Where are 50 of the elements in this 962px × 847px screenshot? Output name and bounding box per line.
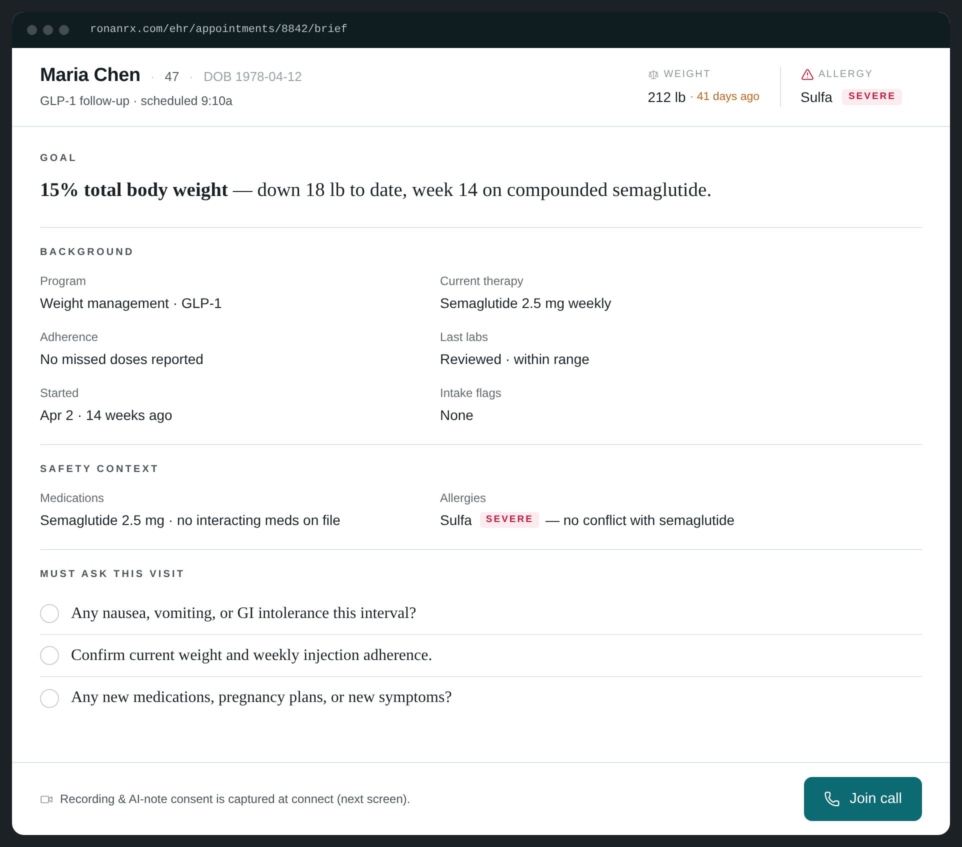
section-label: BACKGROUND <box>40 246 136 260</box>
dot-separator: · <box>150 69 155 84</box>
vital-note: · 41 days ago <box>690 91 760 103</box>
field-label: Medications <box>40 490 106 506</box>
field-label: Current therapy <box>440 273 524 289</box>
field-note: — no conflict with semaglutide <box>545 511 735 530</box>
window-dot-icon[interactable] <box>59 25 69 35</box>
field-value: None <box>440 406 474 425</box>
goal-text: 15% total body weight — down 18 lb to date, week 14 on compounded semaglutide. <box>40 179 713 203</box>
question-text: Confirm current weight and weekly injection adherence. <box>71 646 432 664</box>
field-label: Allergies <box>440 490 488 506</box>
url-text: ronanrx.com/ehr/appointments/8842/brief <box>90 24 348 36</box>
vital-value: 212 lb <box>648 89 686 105</box>
visit-info: GLP-1 follow-up · scheduled 9:10a <box>40 93 234 110</box>
warning-icon <box>800 68 814 80</box>
window-dot-icon[interactable] <box>27 25 37 35</box>
field-label: Program <box>40 273 88 289</box>
checkbox[interactable] <box>40 688 59 708</box>
field-value: Semaglutide 2.5 mg · no interacting meds on file <box>40 511 340 530</box>
patient-age: 47 <box>164 69 180 84</box>
field-value: Apr 2 · 14 weeks ago <box>40 406 172 425</box>
checkbox[interactable] <box>40 646 59 665</box>
field-label: Started <box>40 385 80 401</box>
severity-badge: SEVERE <box>842 89 902 105</box>
patient-dob: DOB 1978-04-12 <box>204 69 302 84</box>
field-label: Intake flags <box>440 385 502 401</box>
field-value: Semaglutide 2.5 mg weekly <box>440 294 612 313</box>
section-label: GOAL <box>40 152 78 166</box>
field-value: Weight management · GLP-1 <box>40 294 222 313</box>
scale-icon <box>648 68 659 80</box>
question-text: Any nausea, vomiting, or GI intolerance this interval? <box>71 604 416 622</box>
consent-note: Recording & AI-note consent is captured at connect (next screen). <box>60 792 410 806</box>
patient-name: Maria Chen <box>40 64 140 88</box>
checkbox[interactable] <box>40 604 59 623</box>
vital-label: ALLERGY <box>818 68 874 80</box>
section-label: SAFETY CONTEXT <box>40 463 160 477</box>
vital-label: WEIGHT <box>664 68 711 80</box>
severity-badge: SEVERE <box>480 512 540 528</box>
field-value: Sulfa <box>440 511 472 530</box>
vital-value: Sulfa <box>800 89 832 105</box>
field-value: Reviewed · within range <box>440 350 590 369</box>
window-dot-icon[interactable] <box>43 25 53 35</box>
field-label: Adherence <box>40 329 100 345</box>
join-call-button[interactable]: Join call <box>804 777 922 821</box>
phone-icon <box>824 791 840 807</box>
question-text: Any new medications, pregnancy plans, or new symptoms? <box>71 689 452 707</box>
field-value: No missed doses reported <box>40 350 204 369</box>
section-label: MUST ASK THIS VISIT <box>40 568 186 582</box>
dot-separator: · <box>189 69 194 84</box>
field-label: Last labs <box>440 329 490 345</box>
